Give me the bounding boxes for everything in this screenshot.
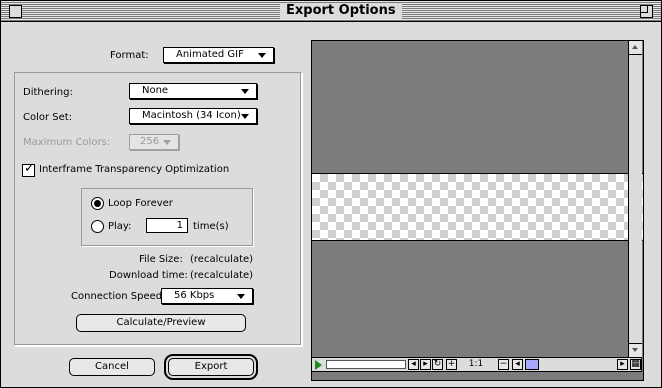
check-icon: ✓ [24,161,35,176]
format-popup[interactable]: Animated GIF [163,47,274,63]
play-label: Play: [108,221,132,232]
chevron-down-icon [163,140,171,145]
dithering-label: Dithering: [23,87,73,98]
export-options-window: Export Options Format: Animated GIF Dith… [0,0,662,388]
cancel-button[interactable]: Cancel [69,358,155,376]
connection-speed-label: Connection Speed: [71,291,166,302]
loop-forever-label: Loop Forever [108,198,173,209]
play-radio[interactable] [91,220,104,233]
max-colors-value: 256 [140,136,160,147]
zoom-in-icon[interactable]: + [446,359,457,370]
dithering-popup[interactable]: None [129,83,257,99]
preview-pane [311,40,644,381]
frame-slider[interactable] [326,360,406,369]
connection-speed-value: 56 Kbps [174,290,215,301]
prev-frame-icon[interactable]: ◂ [408,359,419,370]
next-frame-icon[interactable]: ▸ [420,359,431,370]
zoom-box-icon[interactable] [640,5,653,18]
loop-forever-radio[interactable] [91,197,104,210]
title-bar[interactable]: Export Options [1,1,661,22]
scroll-left-icon[interactable]: ◂ [512,359,523,370]
window-title: Export Options [280,3,402,19]
close-box-icon[interactable] [9,5,22,18]
chevron-down-icon [237,294,245,299]
color-set-value: Macintosh (34 Icon) [142,110,241,121]
calculate-preview-button[interactable]: Calculate/Preview [76,314,246,332]
download-time-value: (recalculate) [190,270,254,281]
play-icon[interactable] [315,360,322,370]
horizontal-scroll-thumb[interactable] [525,359,539,370]
interframe-checkbox[interactable]: ✓ [22,161,35,177]
interframe-label: Interframe Transparency Optimization [39,164,230,175]
arrow-up-icon [632,45,638,49]
scroll-right-icon[interactable]: ▸ [617,359,628,370]
transparent-preview-strip [312,173,643,241]
chevron-down-icon [241,114,249,119]
play-count-unit: time(s) [193,221,229,232]
arrow-down-icon [632,348,638,352]
format-value: Animated GIF [176,49,244,60]
color-set-label: Color Set: [23,112,73,123]
loop-icon[interactable]: ↻ [432,359,443,370]
dithering-value: None [142,85,169,96]
file-size-value: (recalculate) [190,254,254,265]
radio-dot-icon [94,200,101,207]
resize-grip-icon[interactable]: ▦ [630,359,641,370]
loop-group [81,188,253,246]
chevron-down-icon [241,89,249,94]
color-set-popup[interactable]: Macintosh (34 Icon) [129,108,257,124]
export-button[interactable]: Export [168,358,254,376]
zoom-out-icon[interactable]: − [498,359,509,370]
play-count-field[interactable]: 1 [146,218,188,233]
scroll-down-arrow[interactable] [629,343,642,357]
preview-control-bar: ◂ ▸ ↻ + 1:1 − ◂ ▸ ▦ [311,357,642,372]
preview-vertical-scrollbar[interactable] [628,41,642,357]
max-colors-popup: 256 [129,134,179,150]
file-size-label: File Size: [139,254,183,265]
zoom-level: 1:1 [468,359,484,369]
max-colors-label: Maximum Colors: [23,137,111,148]
format-label: Format: [110,50,149,61]
scroll-up-arrow[interactable] [629,41,642,55]
chevron-down-icon [258,53,266,58]
download-time-label: Download time: [109,270,188,281]
connection-speed-popup[interactable]: 56 Kbps [161,288,253,304]
